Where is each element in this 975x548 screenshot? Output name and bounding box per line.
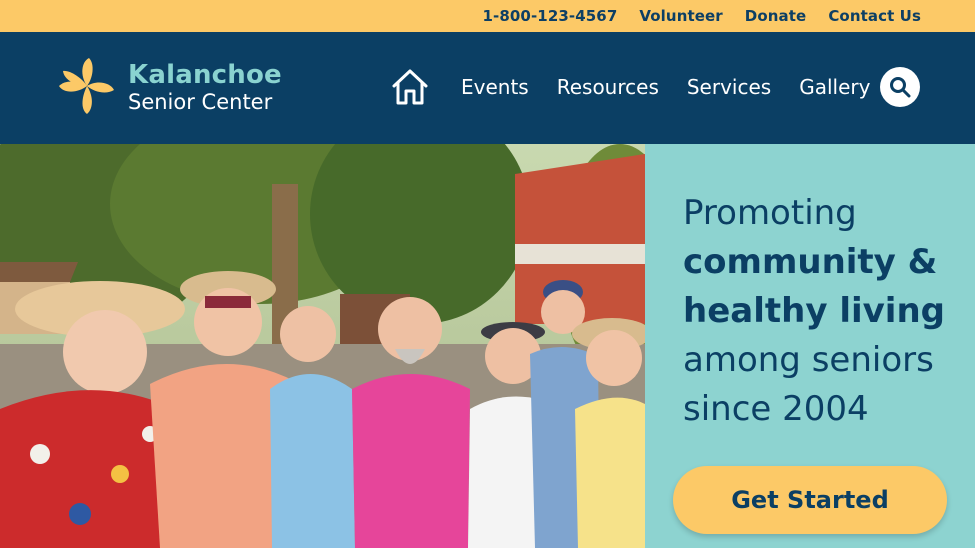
hero-headline: Promoting community & healthy living amo… xyxy=(683,189,963,434)
flower-icon[interactable] xyxy=(56,56,118,118)
brand-subtitle: Senior Center xyxy=(128,90,273,114)
contact-us-link[interactable]: Contact Us xyxy=(828,7,921,25)
nav-item-gallery[interactable]: Gallery xyxy=(799,75,870,99)
search-button[interactable] xyxy=(880,67,920,107)
home-icon[interactable] xyxy=(390,67,430,107)
search-icon xyxy=(890,77,911,98)
nav-item-events[interactable]: Events xyxy=(461,75,529,99)
headline-line-1: Promoting xyxy=(683,193,857,233)
utility-bar: 1-800-123-4567 Volunteer Donate Contact … xyxy=(0,0,975,32)
group-photo-image xyxy=(0,144,645,548)
headline-line-3: healthy living xyxy=(683,291,945,331)
brand-wordmark[interactable]: Kalanchoe Senior Center xyxy=(128,60,282,115)
primary-nav: Events Resources Services Gallery xyxy=(461,75,870,99)
phone-link[interactable]: 1-800-123-4567 xyxy=(482,7,617,25)
nav-item-resources[interactable]: Resources xyxy=(557,75,659,99)
nav-item-services[interactable]: Services xyxy=(687,75,771,99)
hero-photo xyxy=(0,144,645,548)
main-navbar: Kalanchoe Senior Center Events Resources… xyxy=(0,32,975,144)
brand-name: Kalanchoe xyxy=(128,60,282,90)
headline-line-4: among seniors xyxy=(683,340,934,380)
hero-panel: Promoting community & healthy living amo… xyxy=(645,144,975,548)
headline-line-2: community & xyxy=(683,242,938,282)
volunteer-link[interactable]: Volunteer xyxy=(639,7,722,25)
headline-line-5: since 2004 xyxy=(683,389,869,429)
donate-link[interactable]: Donate xyxy=(745,7,807,25)
get-started-button[interactable]: Get Started xyxy=(673,466,947,534)
